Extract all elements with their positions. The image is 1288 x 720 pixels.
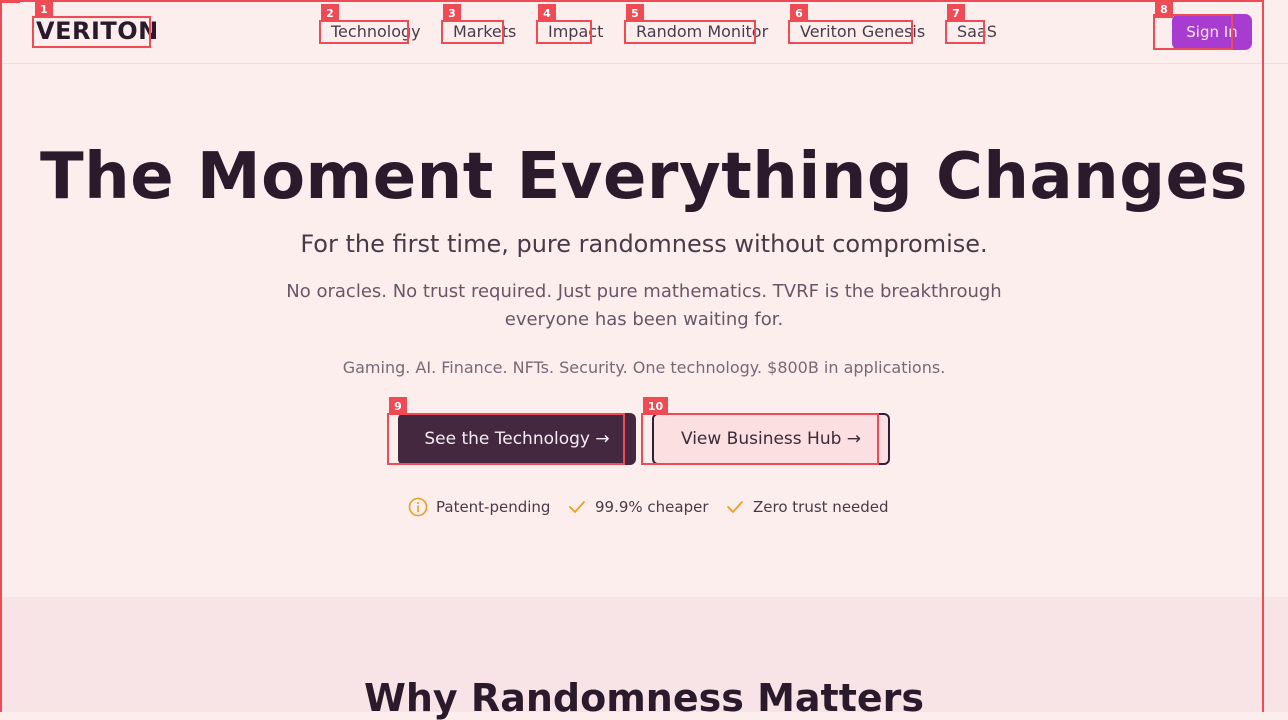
feature-label: Zero trust needed xyxy=(753,498,889,516)
site-header: VERITON Technology Markets Impact Random… xyxy=(0,0,1288,64)
nav-impact[interactable]: Impact xyxy=(548,22,603,41)
annotation-tag: 5 xyxy=(626,4,644,22)
nav-technology[interactable]: Technology xyxy=(331,22,421,41)
nav-veriton-genesis[interactable]: Veriton Genesis xyxy=(800,22,925,41)
check-icon xyxy=(569,501,585,513)
nav-random-monitor[interactable]: Random Monitor xyxy=(636,22,768,41)
feature-label: Patent-pending xyxy=(436,498,551,516)
annotation-tag: 7 xyxy=(947,4,965,22)
feature-patent-pending: Patent-pending xyxy=(408,497,550,517)
feature-zero-trust: Zero trust needed xyxy=(725,497,889,517)
annotation-tag: 1 xyxy=(35,0,53,18)
hero-title: The Moment Everything Changes xyxy=(39,140,1249,214)
view-business-hub-button[interactable]: View Business Hub → xyxy=(652,413,890,465)
feature-cheaper: 99.9% cheaper xyxy=(567,497,709,517)
annotation-tag: 2 xyxy=(321,4,339,22)
annotation-tag: 3 xyxy=(443,4,461,22)
info-circle-icon xyxy=(408,497,428,517)
nav-saas[interactable]: SaaS xyxy=(957,22,997,41)
corner-annotation-marker xyxy=(2,0,20,3)
hero-subtitle: For the first time, pure randomness with… xyxy=(300,230,988,258)
annotation-tag: 9 xyxy=(389,397,407,415)
sign-in-button[interactable]: Sign In xyxy=(1172,14,1252,50)
nav-markets[interactable]: Markets xyxy=(453,22,516,41)
hero-description: No oracles. No trust required. Just pure… xyxy=(286,281,1002,330)
hero-applications: Gaming. AI. Finance. NFTs. Security. One… xyxy=(342,358,946,377)
annotation-tag: 6 xyxy=(790,4,808,22)
annotation-tag: 8 xyxy=(1155,0,1173,18)
annotation-tag: 4 xyxy=(538,4,556,22)
logo[interactable]: VERITON xyxy=(36,17,159,45)
annotation-tag: 10 xyxy=(643,397,668,415)
feature-label: 99.9% cheaper xyxy=(595,498,709,516)
see-technology-button[interactable]: See the Technology → xyxy=(398,413,636,465)
section-title: Why Randomness Matters xyxy=(363,676,925,720)
check-icon xyxy=(727,501,743,513)
